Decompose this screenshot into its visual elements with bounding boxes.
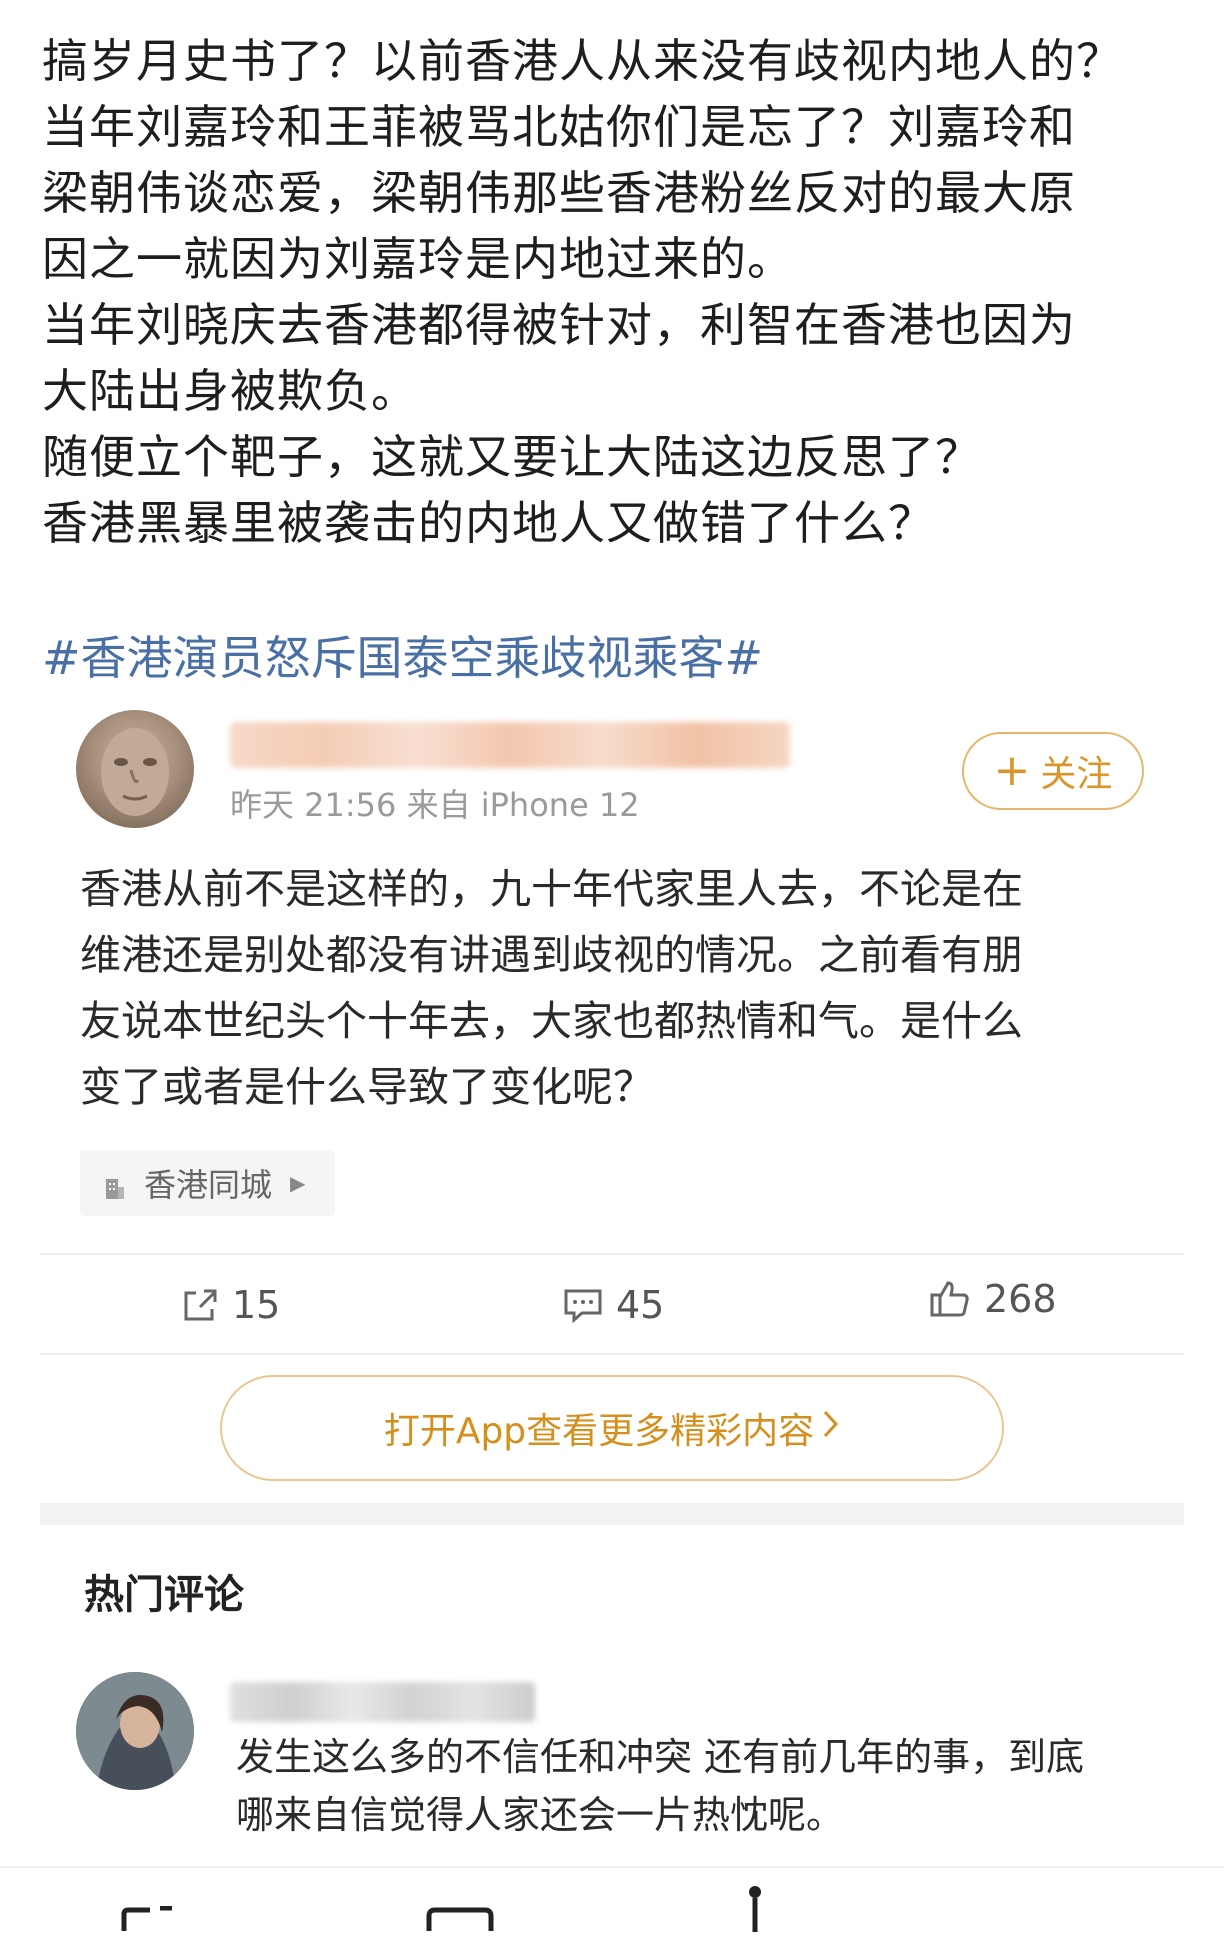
post-line: 搞岁月史书了？以前香港人从来没有歧视内地人的？ (42, 34, 1123, 88)
chevron-right-icon (822, 1408, 840, 1449)
post-line: 大陆出身被欺负。 (42, 364, 418, 418)
repost-count: 15 (232, 1283, 281, 1327)
follow-button[interactable]: + 关注 (962, 732, 1144, 810)
post-body: 搞岁月史书了？以前香港人从来没有歧视内地人的？ 当年刘嘉玲和王菲被骂北姑你们是忘… (42, 28, 1192, 556)
action-bar: 15 45 268 (40, 1265, 1184, 1345)
topic-hashtag-link[interactable]: #香港演员怒斥国泰空乘歧视乘客# (42, 625, 763, 691)
repost-line: 友说本世纪头个十年去，大家也都热情和气。是什么 (80, 997, 1023, 1045)
hot-comments-title: 热门评论 (84, 1572, 244, 1618)
avatar[interactable] (76, 1672, 194, 1790)
location-chip[interactable]: 香港同城 ▶ (80, 1150, 335, 1216)
comment-count: 45 (616, 1283, 665, 1327)
post-line: 因之一就因为刘嘉玲是内地过来的。 (42, 232, 794, 286)
divider (40, 1353, 1184, 1355)
repost-line: 维港还是别处都没有讲遇到歧视的情况。之前看有朋 (80, 931, 1023, 979)
triangle-right-icon: ▶ (290, 1171, 306, 1195)
comment-line: 哪来自信觉得人家还会一片热忱呢。 (236, 1793, 845, 1837)
post-line: 当年刘嘉玲和王菲被骂北姑你们是忘了？刘嘉玲和 (42, 100, 1076, 154)
bottom-toolbar (0, 1868, 1224, 1932)
section-separator (40, 1503, 1184, 1525)
post-line: 当年刘晓庆去香港都得被针对，利智在香港也因为 (42, 298, 1076, 352)
avatar[interactable] (76, 710, 194, 828)
thumbs-up-icon (928, 1277, 972, 1321)
repost-line: 香港从前不是这样的，九十年代家里人去，不论是在 (80, 865, 1023, 913)
open-app-label: 打开App查看更多精彩内容 (383, 1411, 815, 1452)
like-count: 268 (984, 1277, 1057, 1321)
location-label: 香港同城 (144, 1166, 273, 1204)
comment-body: 发生这么多的不信任和冲突 还有前几年的事，到底 哪来自信觉得人家还会一片热忱呢。 (236, 1728, 1176, 1844)
username-blurred[interactable] (230, 722, 790, 768)
open-app-button[interactable]: 打开App查看更多精彩内容 (220, 1375, 1004, 1481)
like-button[interactable]: 268 (928, 1259, 1057, 1339)
repost-button[interactable]: 15 (180, 1265, 280, 1345)
plus-icon: + (993, 745, 1031, 796)
thumbs-up-icon[interactable] (740, 1882, 770, 1936)
post-line: 随便立个靶子，这就又要让大陆这边反思了？ (42, 430, 982, 484)
divider (40, 1253, 1184, 1255)
username-blurred[interactable] (230, 1682, 535, 1722)
comment-button[interactable]: 45 (562, 1265, 664, 1345)
post-line: 梁朝伟谈恋爱，梁朝伟那些香港粉丝反对的最大原 (42, 166, 1076, 220)
follow-label: 关注 (1040, 754, 1113, 795)
comment-line: 发生这么多的不信任和冲突 还有前几年的事，到底 (236, 1735, 1085, 1779)
repost-body: 香港从前不是这样的，九十年代家里人去，不论是在 维港还是别处都没有讲遇到歧视的情… (80, 856, 1160, 1120)
comment-icon (562, 1285, 604, 1325)
post-line: 香港黑暴里被袭击的内地人又做错了什么？ (42, 496, 935, 550)
building-icon (104, 1171, 126, 1199)
post-meta: 昨天 21:56 来自 iPhone 12 (230, 786, 640, 824)
share-icon (180, 1285, 220, 1325)
repost-line: 变了或者是什么导致了变化呢？ (80, 1063, 654, 1111)
